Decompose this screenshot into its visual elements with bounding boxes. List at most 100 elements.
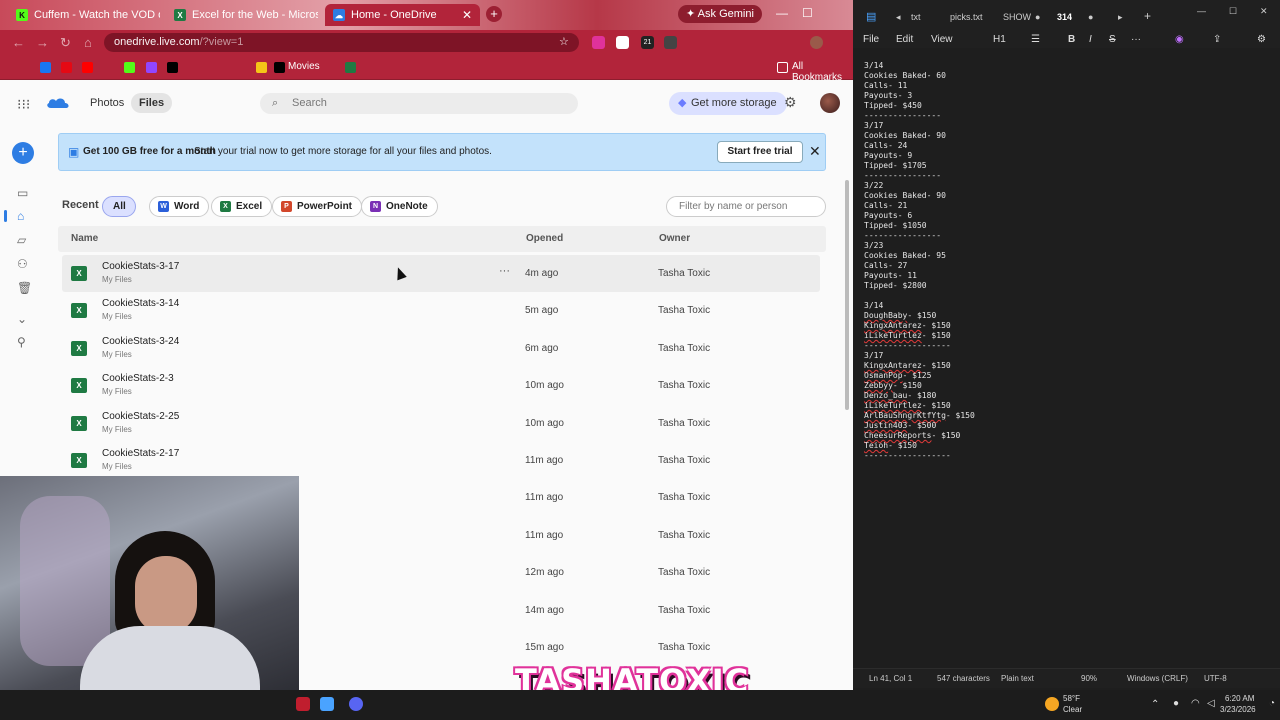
kick-bookmark-icon[interactable] <box>124 62 135 73</box>
volume-icon[interactable]: ◁ <box>1207 698 1215 709</box>
browser-tab-onedrive[interactable]: ☁ Home - OneDrive ✕ <box>325 4 480 26</box>
file-name[interactable]: CookieStats-3-24 <box>102 336 179 347</box>
forward-icon[interactable]: → <box>36 35 49 50</box>
copilot-icon[interactable]: ◉ <box>1175 34 1184 45</box>
sheets-bookmark-icon[interactable] <box>345 62 356 73</box>
search-input[interactable]: ⌕ Search <box>260 93 578 114</box>
scrollbar[interactable] <box>845 180 849 410</box>
extension-icon[interactable] <box>664 36 677 49</box>
settings-gear-icon[interactable]: ⚙ <box>784 94 797 111</box>
new-tab-button[interactable]: + <box>486 6 502 22</box>
filter-all-chip[interactable]: All <box>102 196 136 217</box>
folder-rail-icon[interactable]: ▱ <box>17 233 26 247</box>
microphone-icon[interactable]: ● <box>1173 698 1179 709</box>
file-name[interactable]: CookieStats-2-3 <box>102 373 174 384</box>
netflix-bookmark-icon[interactable] <box>61 62 72 73</box>
bookmark-star-icon[interactable]: ☆ <box>559 35 569 48</box>
youtube-bookmark-icon[interactable] <box>82 62 93 73</box>
extension-badge[interactable]: 21 <box>641 36 654 49</box>
discord-taskbar-icon[interactable] <box>349 697 363 711</box>
minimize-icon[interactable]: — <box>1197 6 1206 16</box>
more-actions-icon[interactable]: ··· <box>499 265 510 277</box>
table-row[interactable]: X CookieStats-2-17 My Files 11m ago Tasha To… <box>62 442 820 479</box>
get-more-storage-button[interactable]: ◆ Get more storage <box>669 92 787 115</box>
strikethrough-icon[interactable]: S <box>1109 34 1116 45</box>
recycle-bin-rail-icon[interactable]: 🗑 <box>17 281 32 295</box>
menu-edit[interactable]: Edit <box>896 34 913 45</box>
photos-rail-icon[interactable]: ▭ <box>17 186 28 200</box>
bold-icon[interactable]: B <box>1068 34 1075 45</box>
clock-date[interactable]: 3/23/2026 <box>1220 705 1256 714</box>
taskbar-app-icon[interactable] <box>296 697 310 711</box>
photos-nav-pill[interactable]: Photos <box>82 93 132 113</box>
home-rail-icon[interactable]: ⌂ <box>17 209 24 223</box>
twitch-bookmark-icon[interactable] <box>146 62 157 73</box>
chevron-down-icon[interactable]: ⌄ <box>17 312 27 326</box>
filter-word-chip[interactable]: W Word <box>149 196 210 217</box>
file-name[interactable]: CookieStats-3-14 <box>102 298 179 309</box>
reload-icon[interactable]: ↻ <box>60 35 71 51</box>
notepad-text-area[interactable]: 3/14 Cookies Baked- 60 Calls- 11 Payouts- 3… <box>864 61 975 461</box>
notepad-tab-show[interactable]: SHOW <box>1003 12 1031 22</box>
account-avatar[interactable] <box>820 93 840 113</box>
shared-rail-icon[interactable]: ⚇ <box>17 257 28 271</box>
notepad-tab-314[interactable]: 314 <box>1057 12 1072 22</box>
close-icon[interactable]: ✕ <box>1260 6 1268 17</box>
address-bar[interactable]: onedrive.live.com/?view=1 <box>104 33 579 52</box>
settings-gear-icon[interactable]: ⚙ <box>1257 34 1266 45</box>
close-icon[interactable]: ✕ <box>809 143 821 160</box>
maximize-icon[interactable]: ☐ <box>1229 6 1237 17</box>
italic-icon[interactable]: I <box>1089 34 1092 45</box>
column-header-name[interactable]: Name <box>71 233 98 244</box>
x-bookmark-icon[interactable] <box>167 62 178 73</box>
tray-chevron-up-icon[interactable]: ⌃ <box>1151 699 1159 710</box>
wifi-icon[interactable]: ◠ <box>1191 698 1200 709</box>
more-options-icon[interactable]: ··· <box>1131 34 1141 45</box>
start-free-trial-button[interactable]: Start free trial <box>717 141 803 163</box>
table-row[interactable]: X CookieStats-2-3 My Files 10m ago Tasha Tox… <box>62 367 820 404</box>
heading-dropdown[interactable]: H1 <box>993 34 1006 45</box>
file-name[interactable]: CookieStats-3-17 <box>102 261 179 272</box>
tab-scroll-left-icon[interactable]: ◂ <box>896 12 901 23</box>
notepad-tab-picks[interactable]: picks.txt <box>950 12 983 22</box>
browser-tab-kick[interactable]: K Cuffem - Watch the VOD on Ki ✕ <box>8 4 160 26</box>
table-row[interactable]: X CookieStats-3-17 My Files ··· 4m ago Tasha … <box>62 255 820 292</box>
bookmark-icon[interactable] <box>256 62 267 73</box>
extension-icon[interactable] <box>616 36 629 49</box>
menu-view[interactable]: View <box>931 34 953 45</box>
column-header-owner[interactable]: Owner <box>659 233 690 244</box>
notepad-tab-txt[interactable]: txt <box>911 12 921 22</box>
profile-avatar[interactable] <box>810 36 823 49</box>
movies-bookmark[interactable]: Movies <box>288 61 320 72</box>
home-icon[interactable]: ⌂ <box>84 35 92 50</box>
people-rail-icon[interactable]: ⚲ <box>17 335 26 349</box>
browser-tab-excel[interactable]: X Excel for the Web - Microsoft 3 ✕ <box>166 4 318 26</box>
notification-bell-icon[interactable]: ◔ <box>1269 698 1275 709</box>
create-new-button[interactable]: + <box>12 142 34 164</box>
file-name[interactable]: CookieStats-2-25 <box>102 411 179 422</box>
ask-gemini-button[interactable]: ✦ Ask Gemini <box>678 5 762 23</box>
filter-by-name-input[interactable]: Filter by name or person <box>666 196 826 217</box>
movies-bookmark-icon[interactable] <box>274 62 285 73</box>
tab-scroll-right-icon[interactable]: ▸ <box>1118 12 1123 23</box>
filter-onenote-chip[interactable]: N OneNote <box>361 196 438 217</box>
close-tab-icon[interactable]: ✕ <box>456 8 472 22</box>
app-launcher-icon[interactable]: ⁝⁝⁝ <box>17 96 30 113</box>
maximize-icon[interactable]: ☐ <box>802 6 813 20</box>
menu-file[interactable]: File <box>863 34 879 45</box>
facebook-bookmark-icon[interactable] <box>40 62 51 73</box>
extension-icon[interactable] <box>592 36 605 49</box>
list-icon[interactable]: ☰ <box>1031 34 1040 45</box>
filter-excel-chip[interactable]: X Excel <box>211 196 273 217</box>
file-name[interactable]: CookieStats-2-17 <box>102 448 179 459</box>
table-row[interactable]: X CookieStats-3-24 My Files 6m ago Tasha Tox… <box>62 330 820 367</box>
table-row[interactable]: X CookieStats-3-14 My Files 5m ago Tasha Tox… <box>62 292 820 329</box>
back-icon[interactable]: ← <box>12 35 25 50</box>
notepad-taskbar-icon[interactable] <box>320 697 334 711</box>
share-icon[interactable]: ⇪ <box>1213 34 1221 45</box>
column-header-opened[interactable]: Opened <box>526 233 563 244</box>
table-row[interactable]: X CookieStats-2-25 My Files 10m ago Tasha To… <box>62 405 820 442</box>
filter-powerpoint-chip[interactable]: P PowerPoint <box>272 196 363 217</box>
minimize-icon[interactable]: — <box>776 6 788 20</box>
onedrive-logo-icon[interactable] <box>46 95 70 109</box>
